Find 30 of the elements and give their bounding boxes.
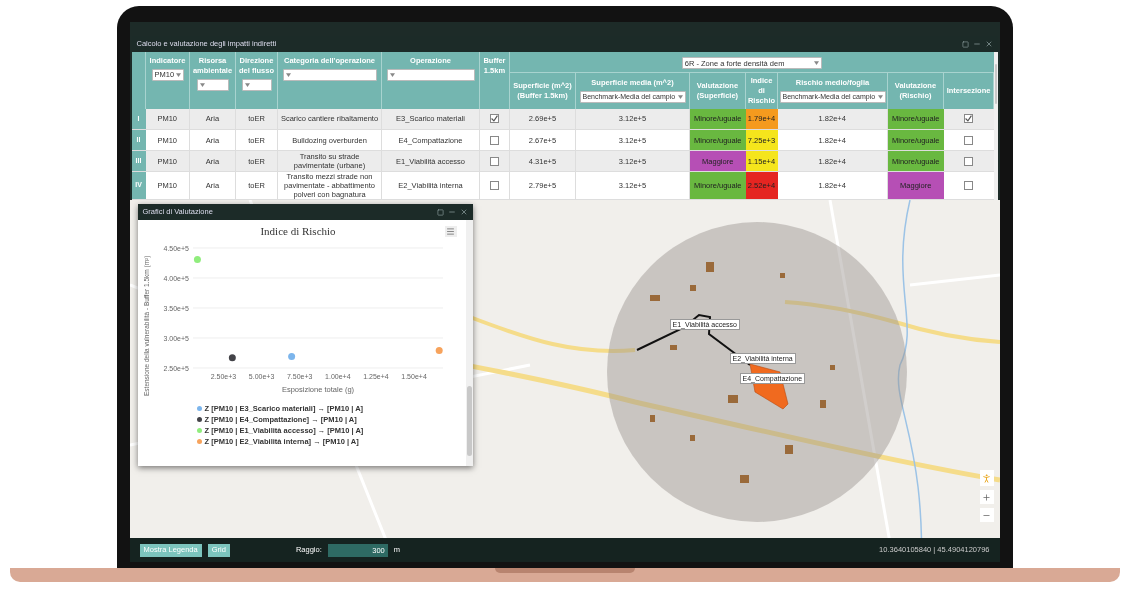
checkbox[interactable] <box>964 181 974 190</box>
caret-icon <box>244 83 250 87</box>
dropdown[interactable] <box>196 79 229 91</box>
checkbox[interactable] <box>964 156 974 166</box>
checkbox[interactable] <box>490 135 499 145</box>
caret-icon <box>813 61 819 66</box>
dropdown[interactable] <box>282 69 377 81</box>
close-icon[interactable] <box>459 208 468 216</box>
close-icon[interactable] <box>984 40 993 48</box>
checkbox[interactable] <box>964 135 974 145</box>
maximize-icon[interactable] <box>436 208 444 216</box>
dropdown[interactable] <box>386 69 475 81</box>
checkbox[interactable] <box>490 156 499 166</box>
caret-icon <box>677 95 683 99</box>
caret-icon <box>877 95 883 99</box>
dropdown[interactable] <box>241 79 272 91</box>
caret-icon <box>285 73 291 77</box>
checkbox[interactable] <box>490 114 499 124</box>
minimize-icon[interactable] <box>972 40 981 48</box>
caret-icon <box>389 73 395 77</box>
checkbox[interactable] <box>964 114 974 124</box>
caret-icon <box>199 83 205 87</box>
data-point[interactable] <box>228 354 236 362</box>
checkbox[interactable] <box>490 181 499 190</box>
chart-title: Indice di Rischio <box>259 225 336 237</box>
minimize-icon[interactable] <box>447 208 456 216</box>
maximize-icon[interactable] <box>961 40 969 48</box>
scrollbar[interactable] <box>465 220 473 466</box>
caret-icon <box>176 73 182 77</box>
scrollbar[interactable] <box>994 52 998 200</box>
